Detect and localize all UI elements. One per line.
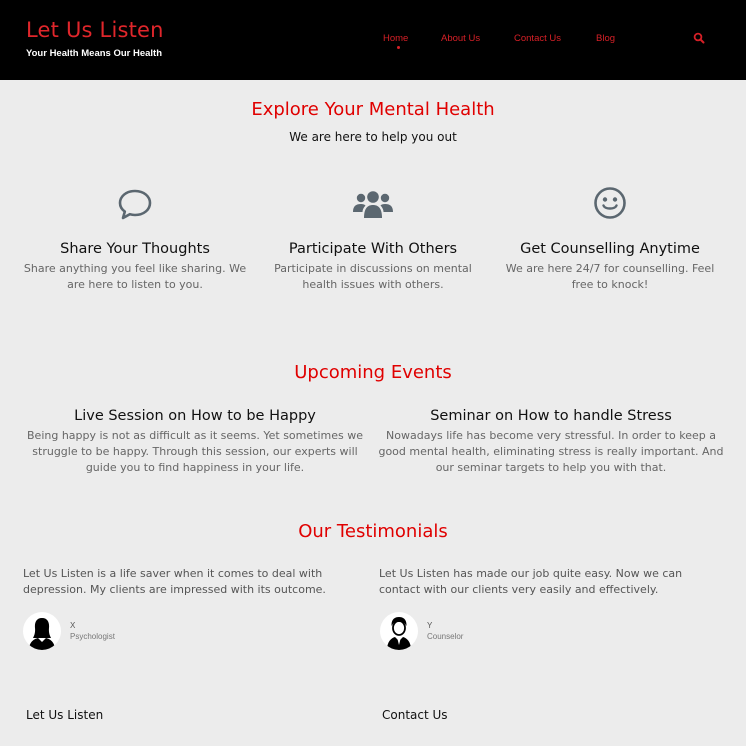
avatar bbox=[380, 612, 418, 650]
event-text: Nowadays life has become very stressful.… bbox=[378, 429, 724, 474]
brand-tagline: Your Health Means Our Health bbox=[26, 48, 163, 59]
testimonial-text: Let Us Listen has made our job quite eas… bbox=[379, 567, 683, 596]
feature-title: Get Counselling Anytime bbox=[520, 241, 700, 257]
feature-text: We are here 24/7 for counselling. Feel f… bbox=[505, 262, 715, 291]
testimonial-text: Let Us Listen is a life saver when it co… bbox=[23, 567, 326, 596]
speech-bubble-icon bbox=[118, 189, 152, 220]
feature-counselling: Get Counselling Anytime We are here 24/7… bbox=[487, 186, 733, 293]
nav-about-us[interactable]: About Us bbox=[441, 33, 480, 44]
users-icon bbox=[353, 191, 393, 218]
testimonial-quote: Let Us Listen is a life saver when it co… bbox=[23, 566, 353, 598]
author-role: Counselor bbox=[427, 632, 464, 641]
footer-brand-title: Let Us Listen bbox=[26, 708, 104, 722]
nav-blog[interactable]: Blog bbox=[596, 33, 615, 44]
female-avatar-icon bbox=[29, 618, 55, 650]
feature-title: Share Your Thoughts bbox=[60, 241, 210, 257]
footer-contact-title: Contact Us bbox=[382, 708, 448, 722]
feature-text: Share anything you feel like sharing. We… bbox=[23, 262, 247, 291]
testimonial-quote: Let Us Listen has made our job quite eas… bbox=[379, 566, 709, 598]
brand-title[interactable]: Let Us Listen bbox=[26, 18, 164, 42]
feature-share-thoughts: Share Your Thoughts Share anything you f… bbox=[12, 186, 258, 293]
author-name: Y bbox=[427, 621, 433, 630]
event-card-happy: Live Session on How to be Happy Being ha… bbox=[20, 408, 370, 476]
event-card-stress: Seminar on How to handle Stress Nowadays… bbox=[376, 408, 726, 476]
testimonials-title: Our Testimonials bbox=[298, 521, 448, 542]
event-title: Live Session on How to be Happy bbox=[74, 408, 316, 424]
testimonial-author: X Psychologist bbox=[23, 612, 115, 650]
male-avatar-icon bbox=[387, 617, 411, 650]
author-name: X bbox=[70, 621, 76, 630]
testimonial-author: Y Counselor bbox=[380, 612, 463, 650]
explore-title: Explore Your Mental Health bbox=[251, 99, 495, 120]
nav-active-indicator bbox=[397, 46, 400, 49]
explore-subtitle: We are here to help you out bbox=[289, 130, 457, 144]
nav-home[interactable]: Home bbox=[383, 33, 408, 44]
feature-title: Participate With Others bbox=[288, 241, 458, 257]
feature-text: Participate in discussions on mental hea… bbox=[274, 262, 472, 291]
event-title: Seminar on How to handle Stress bbox=[430, 408, 672, 424]
avatar bbox=[23, 612, 61, 650]
event-text: Being happy is not as difficult as it se… bbox=[27, 429, 363, 474]
site-header: Let Us Listen Your Health Means Our Heal… bbox=[0, 0, 746, 80]
events-title: Upcoming Events bbox=[294, 362, 452, 383]
feature-participate: Participate With Others Participate in d… bbox=[250, 186, 496, 293]
nav-contact-us[interactable]: Contact Us bbox=[514, 33, 561, 44]
search-icon[interactable] bbox=[693, 32, 705, 44]
author-role: Psychologist bbox=[70, 632, 115, 641]
smile-icon bbox=[594, 187, 626, 219]
